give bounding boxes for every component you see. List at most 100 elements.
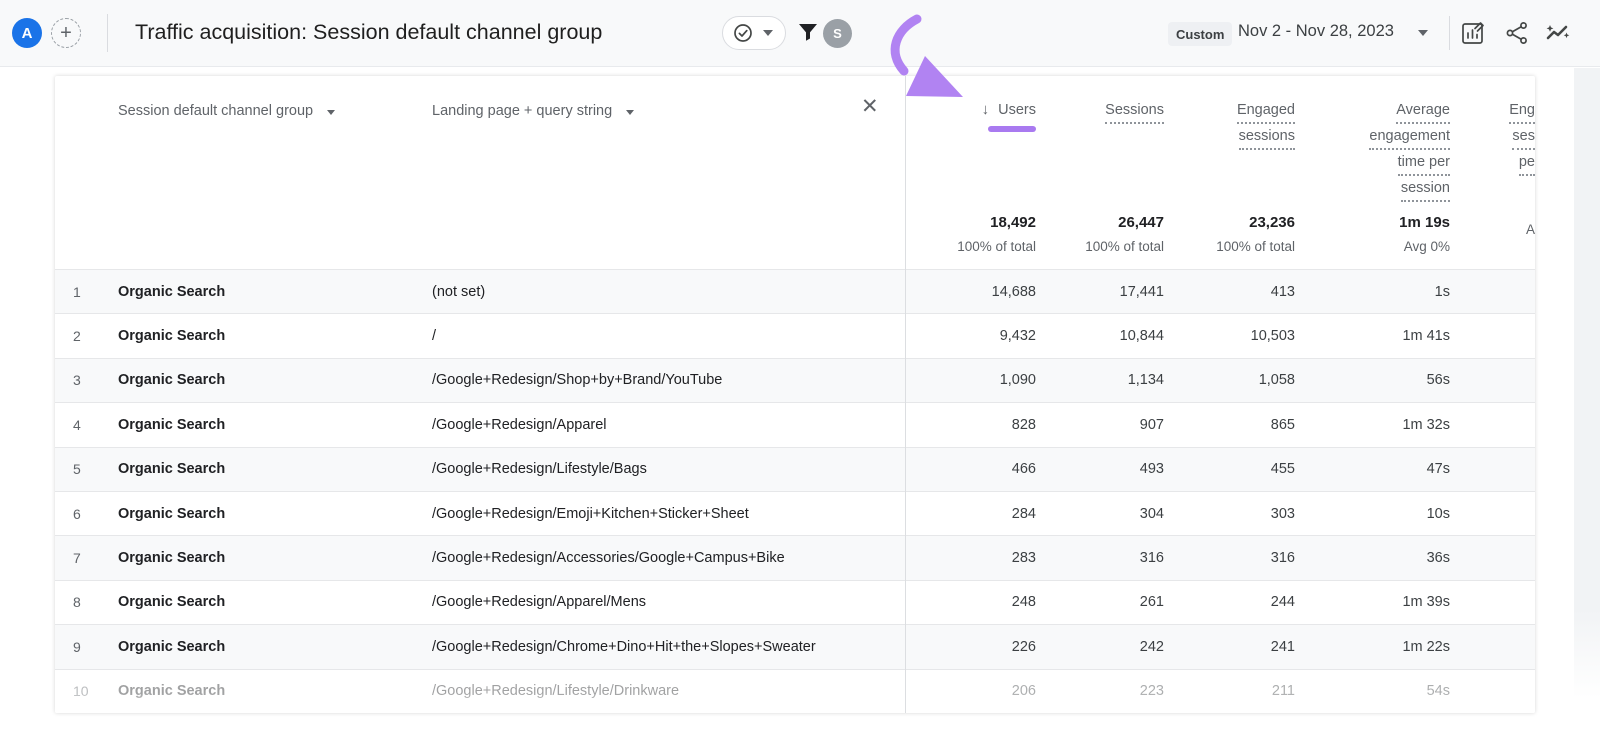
cell-sessions: 493 [1036,461,1164,477]
dimension-header-landing-page-query-string[interactable]: Landing page + query string [420,80,905,206]
cell-avg-engagement-time: 36s [1295,550,1450,566]
annotation-highlight-underline [988,126,1036,132]
cell-channel-group: Organic Search [105,372,420,388]
totals-value: 18,492 [990,214,1036,231]
cell-engaged-sessions: 413 [1164,284,1295,300]
chevron-down-icon [327,110,335,115]
date-range-selector[interactable]: Nov 2 - Nov 28, 2023 [1238,22,1394,41]
metric-header-engaged-sessions[interactable]: Engagedsessions [1164,80,1295,206]
cell-channel-group: Organic Search [105,328,420,344]
chevron-down-icon[interactable] [1418,30,1428,36]
totals-cell: 1m 19sAvg 0% [1295,205,1450,269]
totals-cell: 26,447100% of total [1036,205,1164,269]
cell-sessions: 316 [1036,550,1164,566]
table-row: 8Organic Search/Google+Redesign/Apparel/… [55,580,1535,624]
cell-avg-engagement-time: 1m 22s [1295,639,1450,655]
cell-channel-group: Organic Search [105,461,420,477]
cell-landing-page: /Google+Redesign/Apparel [420,417,905,433]
table-row: 7Organic Search/Google+Redesign/Accessor… [55,535,1535,579]
check-circle-icon [733,23,753,43]
page-right-gutter [1574,68,1600,698]
row-number: 2 [55,328,105,344]
cell-channel-group: Organic Search [105,284,420,300]
row-number: 5 [55,461,105,477]
table-body: 1Organic Search(not set)14,68817,4414131… [55,269,1535,713]
row-number: 4 [55,417,105,433]
table-header-row: Session default channel group Landing pa… [55,76,1535,205]
totals-cell: 18,492 100% of total [905,205,1036,269]
row-number: 8 [55,594,105,610]
row-number: 3 [55,372,105,388]
metric-header-users[interactable]: ↓Users [905,80,1036,206]
plus-icon: + [60,23,72,43]
metric-header-label: Engaged [1237,98,1295,124]
table-row: 5Organic Search/Google+Redesign/Lifestyl… [55,447,1535,491]
insights-icon[interactable] [1543,19,1571,47]
filter-funnel-icon[interactable] [797,22,819,44]
cell-landing-page: (not set) [420,284,905,300]
collaborator-avatar[interactable]: S [823,19,852,48]
cell-engaged-sessions: 455 [1164,461,1295,477]
report-status-pill[interactable] [722,16,786,50]
cell-landing-page: /Google+Redesign/Lifestyle/Bags [420,461,905,477]
dimension-header-session-default-channel-group[interactable]: Session default channel group [55,80,420,206]
cell-users: 828 [905,417,1036,433]
cell-engaged-sessions: 244 [1164,594,1295,610]
cell-landing-page: /Google+Redesign/Emoji+Kitchen+Sticker+S… [420,506,905,522]
account-avatar[interactable]: A [12,18,42,48]
row-number: 1 [55,284,105,300]
sort-descending-icon: ↓ [982,98,990,122]
cell-landing-page: /Google+Redesign/Accessories/Google+Camp… [420,550,905,566]
metric-header-average-engagement-time per-session[interactable]: Averageengagementtime persession [1295,80,1450,206]
cell-landing-page: /Google+Redesign/Shop+by+Brand/YouTube [420,372,905,388]
add-comparison-button[interactable]: + [51,18,81,48]
divider [107,14,108,52]
cell-sessions: 17,441 [1036,284,1164,300]
cell-channel-group: Organic Search [105,594,420,610]
metric-header-label: ses [1512,124,1535,150]
cell-users: 284 [905,506,1036,522]
table-row: 4Organic Search/Google+Redesign/Apparel8… [55,402,1535,446]
table-row: 2Organic Search/9,43210,84410,5031m 41s [55,313,1535,357]
metric-header-label: Sessions [1105,98,1164,124]
totals-subtext: 100% of total [1085,239,1164,254]
share-icon[interactable] [1505,21,1529,45]
cell-users: 248 [905,594,1036,610]
cell-engaged-sessions: 10,503 [1164,328,1295,344]
customize-report-icon[interactable] [1459,19,1487,47]
metric-header-sessions[interactable]: Sessions [1036,80,1164,206]
metric-header-label: Average [1396,98,1450,124]
cell-avg-engagement-time: 56s [1295,372,1450,388]
totals-cell: A [1450,205,1535,269]
totals-value: 1m 19s [1399,214,1450,231]
cell-engaged-sessions: 316 [1164,550,1295,566]
totals-cell: 23,236100% of total [1164,205,1295,269]
cell-users: 466 [905,461,1036,477]
cell-engaged-sessions: 1,058 [1164,372,1295,388]
cell-channel-group: Organic Search [105,550,420,566]
cell-channel-group: Organic Search [105,639,420,655]
cell-sessions: 1,134 [1036,372,1164,388]
cell-landing-page: /Google+Redesign/Chrome+Dino+Hit+the+Slo… [420,639,905,655]
cell-engaged-sessions: 865 [1164,417,1295,433]
totals-subtext: 100% of total [957,239,1036,254]
app-bar: A + Traffic acquisition: Session default… [0,0,1600,67]
metric-header-label: sessions [1239,124,1295,150]
divider [1449,16,1450,50]
dimension-metric-divider [905,76,906,713]
metric-header-label: pe [1519,150,1535,176]
metric-header-label: engagement [1369,124,1450,150]
close-icon[interactable]: ✕ [861,96,879,117]
cell-avg-engagement-time: 1m 32s [1295,417,1450,433]
cell-engaged-sessions: 241 [1164,639,1295,655]
page-title: Traffic acquisition: Session default cha… [135,20,602,45]
cell-users: 14,688 [905,284,1036,300]
cell-sessions: 261 [1036,594,1164,610]
table-row: 6Organic Search/Google+Redesign/Emoji+Ki… [55,491,1535,535]
metric-header-label: Eng [1509,98,1535,124]
cell-sessions: 304 [1036,506,1164,522]
report-table-card: Session default channel group Landing pa… [55,76,1535,713]
metric-header-eng-ses-pe[interactable]: Engsespe [1450,80,1535,206]
cell-avg-engagement-time: 10s [1295,506,1450,522]
totals-subtext: A [1526,222,1535,237]
